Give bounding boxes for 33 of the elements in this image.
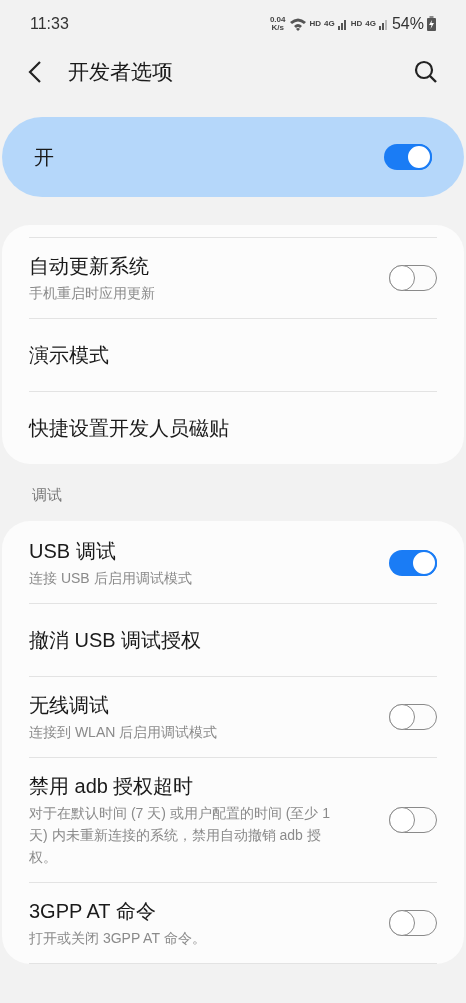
setting-description: 手机重启时应用更新 [29, 284, 155, 303]
setting-title[interactable]: 快捷设置开发人员磁贴 [29, 414, 229, 442]
toggle-switch[interactable] [389, 549, 437, 576]
battery-icon [427, 16, 436, 31]
setting-title[interactable]: 自动更新系统 [29, 252, 155, 280]
setting-description: 打开或关闭 3GPP AT 命令。 [29, 928, 206, 948]
toggle-switch[interactable] [384, 144, 432, 170]
signal-icon [337, 17, 348, 30]
setting-description: 连接 USB 后启用调试模式 [29, 568, 192, 588]
setting-title[interactable]: 3GPP AT 命令 [29, 896, 206, 925]
section-heading: 调试 [31, 485, 63, 505]
hd-label: HD [350, 17, 363, 30]
search-icon[interactable] [414, 60, 438, 84]
setting-description: 连接到 WLAN 后启用调试模式 [29, 722, 218, 742]
network-speed-unit: K/s [271, 23, 284, 32]
page-title: 开发者选项 [68, 59, 174, 86]
network-speed: 0.04 [269, 15, 286, 24]
setting-title[interactable]: 演示模式 [29, 341, 109, 369]
setting-title[interactable]: 禁用 adb 授权超时 [29, 771, 343, 800]
master-switch-label: 开 [34, 145, 54, 170]
network-type: 4G [324, 17, 335, 30]
network-type: 4G [365, 17, 376, 30]
signal-icon [378, 17, 389, 30]
back-icon[interactable] [28, 60, 42, 84]
battery-percentage: 54% [391, 13, 424, 34]
setting-title[interactable]: 无线调试 [29, 690, 218, 719]
wifi-icon [288, 16, 307, 31]
setting-description: 对于在默认时间 (7 天) 或用户配置的时间 (至少 1 天) 内未重新连接的系统，禁用自动撤销 adb 授权。 [29, 803, 331, 867]
setting-title[interactable]: 撤消 USB 调试授权 [29, 625, 202, 654]
setting-title[interactable]: USB 调试 [29, 536, 192, 565]
status-time: 11:33 [30, 13, 69, 34]
master-switch-bar[interactable]: 开 [2, 117, 464, 197]
hd-label: HD [309, 17, 322, 30]
